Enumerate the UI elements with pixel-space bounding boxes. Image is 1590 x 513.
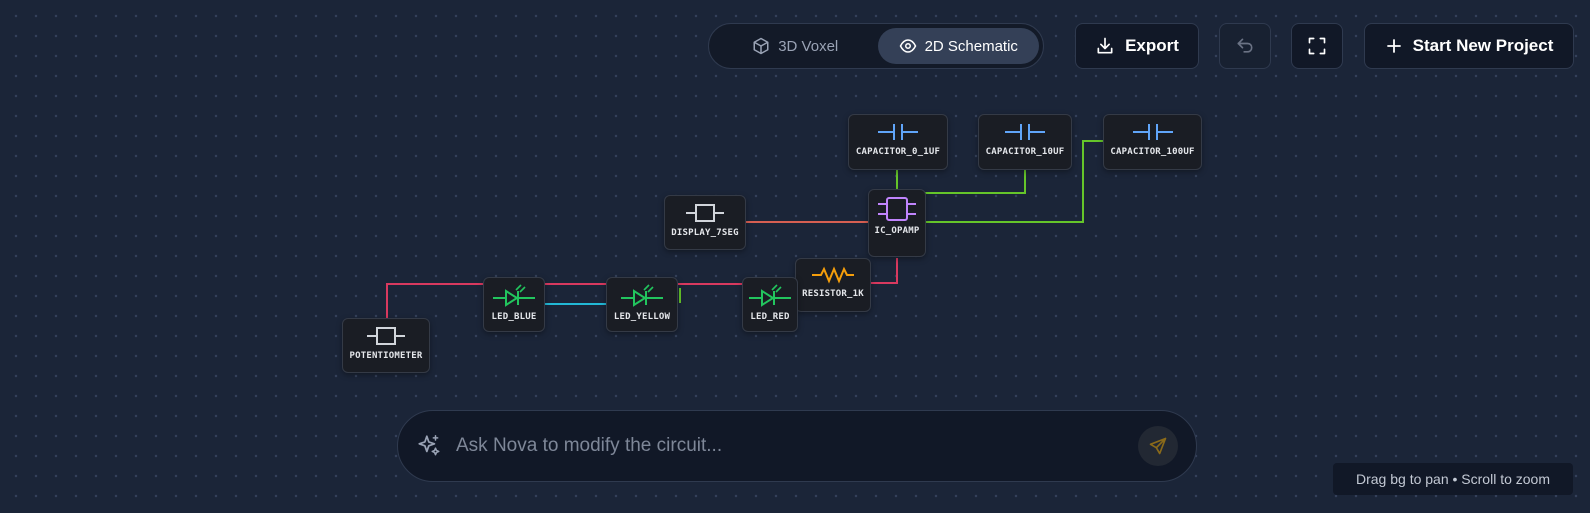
plus-icon [1386,39,1401,53]
component-label: RESISTOR_1K [802,289,864,299]
eye-icon [899,39,916,53]
view-3d-label: 3D Voxel [778,37,839,55]
pan-zoom-hint: Drag bg to pan • Scroll to zoom [1333,463,1573,495]
nova-prompt-input[interactable] [456,435,1138,457]
component-label: CAPACITOR_100UF [1110,147,1195,157]
component-label: LED_RED [750,312,790,322]
undo-icon [1237,38,1253,53]
component-label: POTENTIOMETER [349,351,423,361]
component-label: CAPACITOR_0_1UF [855,147,941,157]
view-2d-schematic-button[interactable]: 2D Schematic [877,28,1039,64]
component-label: CAPACITOR_10UF [985,147,1065,157]
led-icon [493,284,535,307]
start-new-project-label: Start New Project [1412,36,1554,55]
wire-cap10-opamp [925,170,1026,194]
component-label: LED_BLUE [491,312,537,322]
component-label: DISPLAY_7SEG [671,228,739,238]
potentiometer-icon [367,327,405,345]
view-2d-label: 2D Schematic [924,37,1018,55]
wire-opamp-resistor [870,258,898,284]
view-3d-voxel-button[interactable]: 3D Voxel [713,28,878,64]
export-label: Export [1125,36,1179,55]
component-resistor-1k[interactable]: RESISTOR_1K [795,258,871,312]
wire-pot-leds [386,283,742,318]
component-potentiometer[interactable]: POTENTIOMETER [342,318,430,373]
export-button[interactable]: Export [1075,23,1199,69]
component-capacitor-100uf[interactable]: CAPACITOR_100UF [1103,114,1202,170]
download-icon [1097,37,1113,54]
component-capacitor-0-1uf[interactable]: CAPACITOR_0_1UF [848,114,948,170]
capacitor-icon [1132,124,1173,140]
led-icon [749,284,791,307]
fullscreen-icon [1308,37,1326,55]
component-display-7seg[interactable]: DISPLAY_7SEG [664,195,746,250]
sparkles-icon [418,434,440,456]
fullscreen-button[interactable] [1291,23,1343,69]
capacitor-icon [878,124,918,140]
nova-prompt-bar [397,410,1197,482]
component-led-yellow[interactable]: LED_YELLOW [606,277,678,332]
undo-button[interactable] [1219,23,1271,69]
ic-chip-icon [878,197,916,221]
cube-icon [753,37,769,55]
component-label: LED_YELLOW [613,312,671,322]
start-new-project-button[interactable]: Start New Project [1364,23,1574,69]
led-icon [621,284,663,307]
send-icon [1149,437,1167,455]
display-icon [686,204,724,222]
component-ic-opamp[interactable]: IC_OPAMP [868,189,926,257]
component-capacitor-10uf[interactable]: CAPACITOR_10UF [978,114,1072,170]
resistor-icon [812,266,854,284]
view-toggle: 3D Voxel 2D Schematic [708,23,1044,69]
send-button[interactable] [1138,426,1178,466]
capacitor-icon [1005,124,1045,140]
component-led-red[interactable]: LED_RED [742,277,798,332]
component-led-blue[interactable]: LED_BLUE [483,277,545,332]
component-label: IC_OPAMP [874,226,920,236]
